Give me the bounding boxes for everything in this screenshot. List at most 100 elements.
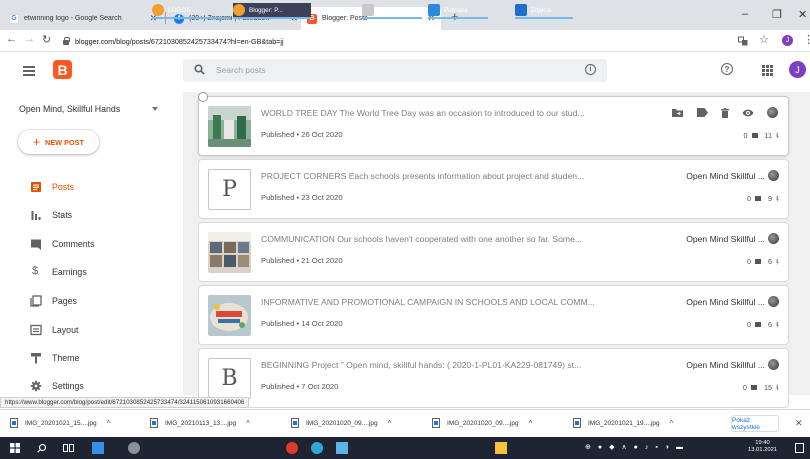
- chevron-down-icon[interactable]: [152, 107, 158, 111]
- account-avatar[interactable]: J: [789, 61, 806, 78]
- post-row[interactable]: INFORMATIVE AND PROMOTIONAL CAMPAIGN IN …: [199, 286, 788, 344]
- translate-icon[interactable]: [738, 36, 748, 46]
- comment-icon: [750, 385, 757, 390]
- forward-button[interactable]: →: [24, 33, 35, 45]
- image-file-icon: [150, 418, 158, 428]
- minimize-button[interactable]: –: [742, 8, 748, 20]
- post-author: Open Mind Skillful ...: [686, 297, 765, 307]
- reload-button[interactable]: ↻: [42, 33, 51, 46]
- post-title[interactable]: PROJECT CORNERS Each schools presents in…: [261, 171, 621, 181]
- download-item[interactable]: IMG_20210113_13....jpg ^: [150, 418, 250, 428]
- bookmark-star-icon[interactable]: ☆: [759, 33, 769, 46]
- post-title[interactable]: INFORMATIVE AND PROMOTIONAL CAMPAIGN IN …: [261, 297, 621, 307]
- new-post-label: NEW POST: [45, 137, 84, 147]
- taskbar-app-icon[interactable]: [92, 442, 104, 454]
- taskbar-item[interactable]: Blogger: P...: [233, 3, 311, 19]
- google-icon: G: [9, 13, 19, 24]
- url-text: blogger.com/blog/posts/67210308524257334…: [75, 36, 284, 46]
- chrome-icon: [233, 4, 245, 16]
- opera-icon[interactable]: [286, 442, 298, 454]
- edge-icon[interactable]: [311, 442, 323, 454]
- pages-icon: [30, 295, 42, 307]
- post-status: Published • 21 Oct 2020: [261, 256, 343, 265]
- sidebar-item-settings[interactable]: Settings: [0, 376, 170, 396]
- taskbar-clock[interactable]: 19:40 13.01.2021: [748, 440, 777, 454]
- post-thumbnail: [208, 232, 251, 273]
- chevron-up-icon[interactable]: ^: [246, 419, 250, 428]
- help-icon[interactable]: ?: [721, 63, 733, 75]
- browser-profile-avatar[interactable]: J: [782, 35, 793, 46]
- sidebar-item-layout[interactable]: Layout: [0, 320, 170, 340]
- download-item[interactable]: IMG_20201020_09....jpg ^: [291, 418, 391, 428]
- download-item[interactable]: IMG_20201021_19....jpg ^: [573, 418, 673, 428]
- delete-icon[interactable]: [721, 107, 729, 118]
- chevron-up-icon[interactable]: ^: [107, 419, 111, 428]
- windows-start-icon[interactable]: [10, 443, 20, 453]
- close-icon[interactable]: ✕: [795, 418, 803, 429]
- sidebar-item-comments[interactable]: Comments: [0, 234, 170, 254]
- label-icon[interactable]: [697, 108, 708, 117]
- sidebar-item-stats[interactable]: Stats: [0, 205, 170, 225]
- blogger-logo[interactable]: B: [53, 60, 72, 79]
- download-filename: IMG_20201021_15....jpg: [25, 419, 97, 427]
- file-explorer-icon[interactable]: [495, 442, 507, 454]
- view-count: 6: [768, 257, 773, 266]
- post-title[interactable]: WORLD TREE DAY The World Tree Day was an…: [261, 108, 621, 118]
- chevron-up-icon[interactable]: ^: [670, 419, 674, 428]
- post-thumbnail: P: [208, 169, 251, 210]
- maximize-button[interactable]: ❐: [772, 8, 782, 21]
- task-view-icon[interactable]: [63, 443, 74, 453]
- taskbar-item[interactable]: Microsoft ...: [362, 3, 422, 19]
- system-tray-icons[interactable]: ⊕●◆∧●♪▪◑▬: [585, 443, 690, 451]
- post-row[interactable]: WORLD TREE DAY The World Tree Day was an…: [198, 92, 788, 155]
- post-row[interactable]: P PROJECT CORNERS Each schools presents …: [199, 160, 788, 218]
- views-bar-icon: ı|.: [776, 132, 779, 139]
- status-bar-url: https://www.blogger.com/blog/post/edit/6…: [0, 397, 250, 408]
- taskbar-item-label: Zdjęcia: [531, 6, 552, 14]
- view-icon[interactable]: [742, 109, 754, 117]
- sidebar-item-label: Settings: [52, 381, 84, 391]
- move-to-drafts-icon[interactable]: [672, 108, 684, 118]
- download-filename: IMG_20210113_13....jpg: [165, 419, 237, 427]
- taskbar-item-label: Microsoft ...: [378, 6, 411, 14]
- author-avatar: [768, 296, 779, 307]
- taskbar-item[interactable]: LOGOS - ...: [152, 3, 230, 19]
- new-post-button[interactable]: + NEW POST: [18, 130, 99, 154]
- show-all-downloads-button[interactable]: Pokaż wszystkie: [731, 415, 779, 432]
- taskbar-item[interactable]: Pobrane: [428, 3, 488, 19]
- address-bar[interactable]: blogger.com/blog/posts/67210308524257334…: [63, 33, 284, 49]
- taskbar-app-icon[interactable]: [128, 442, 140, 454]
- chevron-up-icon[interactable]: ^: [388, 419, 392, 428]
- taskbar-item[interactable]: Zdjęcia: [515, 3, 573, 19]
- blog-selector[interactable]: Open Mind, Skillful Hands: [19, 104, 120, 114]
- sidebar-item-label: Layout: [52, 325, 79, 335]
- notifications-icon[interactable]: [795, 443, 804, 453]
- post-stats: 0 11 ı|.: [743, 131, 779, 140]
- post-row[interactable]: B BEGINNING Project " Open mind, skillfu…: [199, 349, 788, 407]
- post-row[interactable]: COMMUNICATION Our schools haven't cooper…: [199, 223, 788, 281]
- select-checkbox[interactable]: [198, 92, 208, 102]
- view-count: 6: [768, 320, 773, 329]
- info-icon[interactable]: i: [585, 64, 596, 75]
- post-thumbnail: [208, 295, 251, 336]
- settings-icon: [30, 380, 42, 392]
- hamburger-menu-icon[interactable]: [23, 66, 35, 78]
- browser-tab-google[interactable]: G etwinning logo - Google Search ✕: [3, 7, 163, 30]
- sidebar-item-earnings[interactable]: $ Earnings: [0, 262, 170, 282]
- search-icon: [194, 64, 205, 75]
- sidebar-item-theme[interactable]: Theme: [0, 348, 170, 368]
- browser-menu-icon[interactable]: ⋮: [803, 33, 810, 46]
- taskbar-app-icon[interactable]: [336, 442, 348, 454]
- chevron-up-icon[interactable]: ^: [529, 419, 533, 428]
- post-title[interactable]: COMMUNICATION Our schools haven't cooper…: [261, 234, 621, 244]
- search-bar[interactable]: Search posts i: [183, 59, 607, 82]
- sidebar-item-posts[interactable]: Posts: [0, 177, 170, 197]
- window-close-button[interactable]: ✕: [798, 8, 807, 21]
- download-item[interactable]: IMG_20201021_15....jpg ^: [10, 418, 110, 428]
- back-button[interactable]: ←: [6, 33, 17, 45]
- search-icon[interactable]: [37, 443, 47, 453]
- apps-grid-icon[interactable]: [762, 65, 773, 76]
- sidebar-item-pages[interactable]: Pages: [0, 291, 170, 311]
- post-title[interactable]: BEGINNING Project " Open mind, skillful …: [261, 360, 621, 370]
- download-item[interactable]: IMG_20201020_09....jpg ^: [432, 418, 532, 428]
